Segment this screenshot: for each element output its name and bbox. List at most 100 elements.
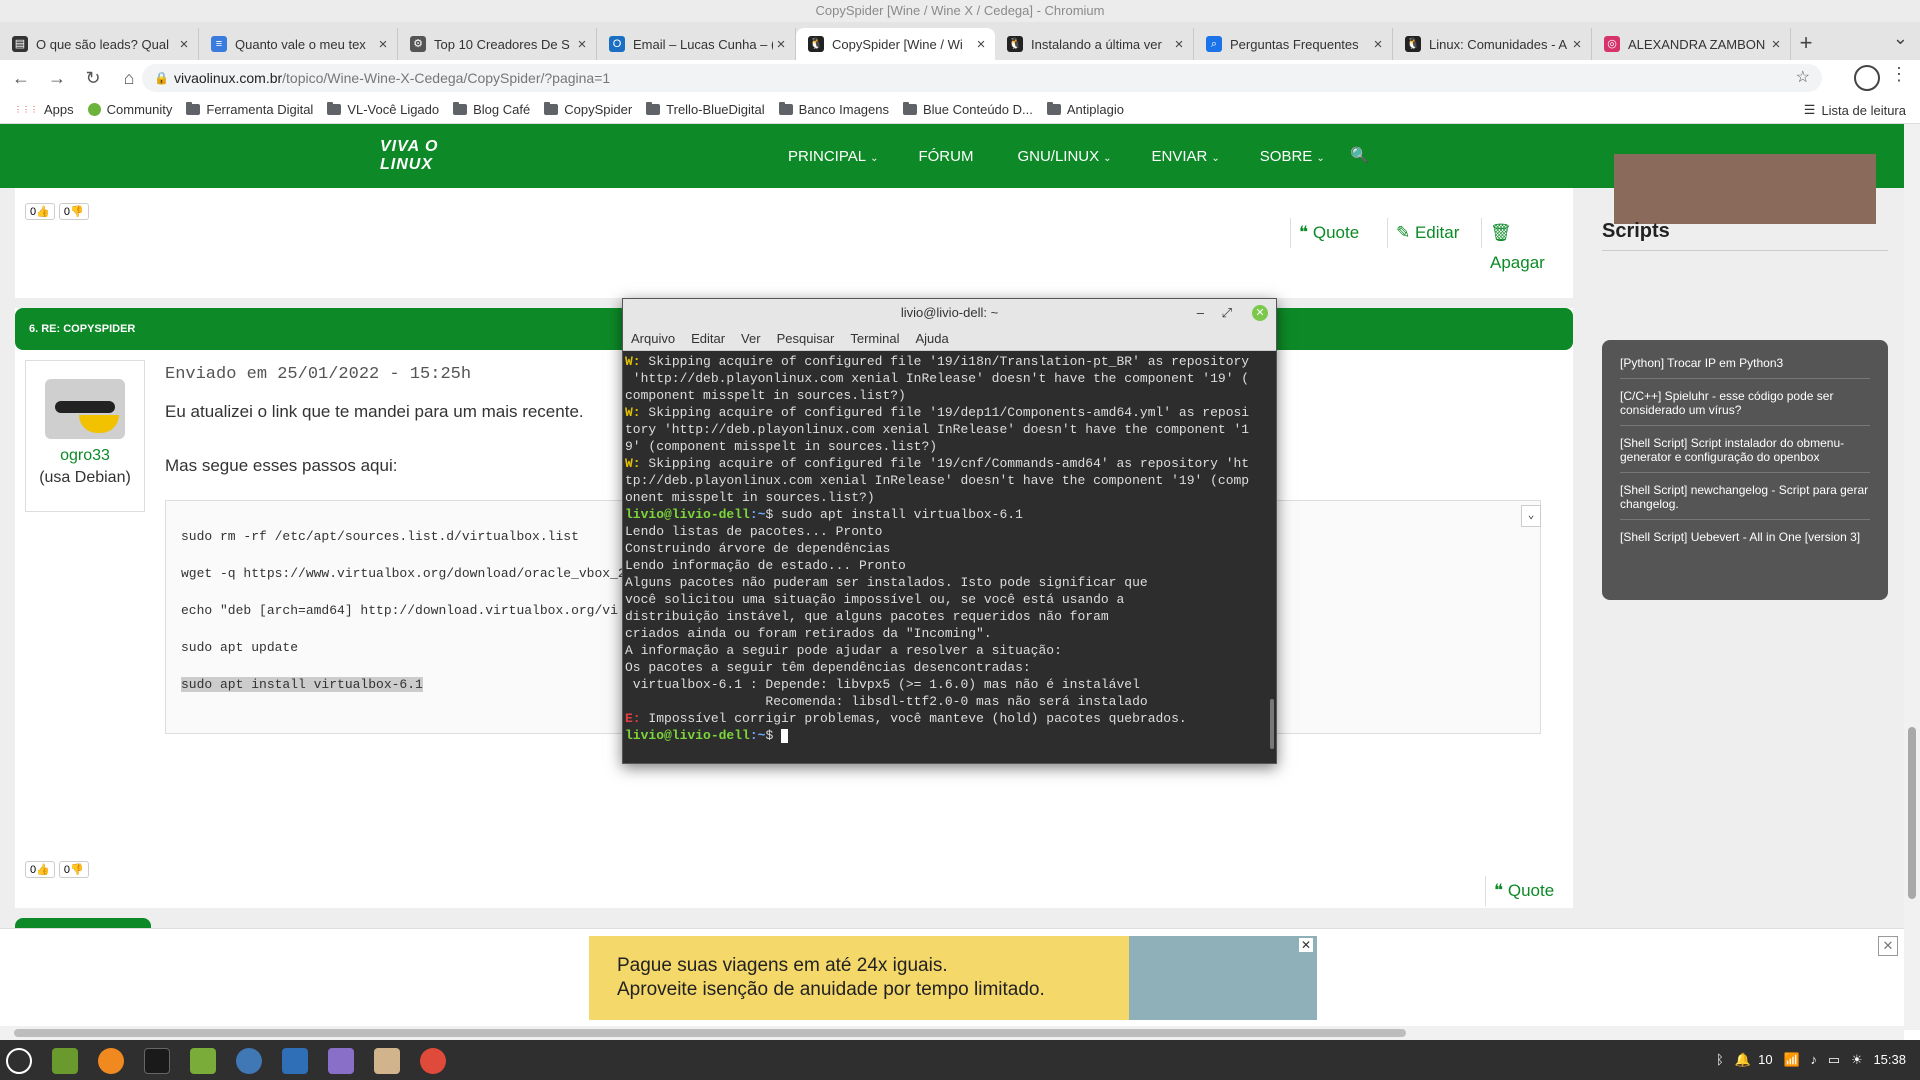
tab-2[interactable]: ⚙ Top 10 Creadores De S ×: [398, 28, 597, 60]
bookmark-item[interactable]: Community: [87, 102, 172, 117]
close-tab-icon[interactable]: ×: [574, 36, 590, 53]
more-menu-icon[interactable]: ⋮: [1890, 64, 1908, 85]
site-menu-item[interactable]: PRINCIPAL ⌄: [788, 148, 878, 165]
downvote-button[interactable]: 0👎: [58, 203, 89, 220]
chromium-icon[interactable]: [236, 1048, 262, 1074]
files-icon[interactable]: [190, 1048, 216, 1074]
brightness-icon[interactable]: ☀: [1851, 1052, 1863, 1067]
delete-button[interactable]: 🗑 Apagar: [1481, 218, 1573, 272]
bookmark-item[interactable]: Trello-BlueDigital: [646, 102, 765, 117]
tab-0[interactable]: ▤ O que são leads? Qual ×: [0, 28, 199, 60]
close-tab-icon[interactable]: ×: [375, 36, 391, 53]
bookmark-item[interactable]: ⋮⋮⋮ Apps: [14, 102, 74, 117]
mint-menu-icon[interactable]: [6, 1048, 32, 1074]
downvote-button[interactable]: 0👎: [58, 861, 89, 878]
script-link[interactable]: [Shell Script] Script instalador do obme…: [1620, 426, 1870, 473]
tab-4[interactable]: 🐧 CopySpider [Wine / Wi ×: [796, 28, 995, 60]
script-link[interactable]: [Python] Trocar IP em Python3: [1620, 346, 1870, 379]
bookmark-label: Antiplagio: [1066, 102, 1124, 117]
site-menu-item[interactable]: GNU/LINUX ⌄: [1017, 148, 1111, 165]
site-menu-item[interactable]: SOBRE ⌄: [1260, 148, 1325, 165]
site-menu-item[interactable]: FÓRUM: [918, 148, 977, 165]
instagram-icon: ◎: [1604, 36, 1620, 52]
terminal-menu-item[interactable]: Ajuda: [916, 331, 949, 346]
reload-icon[interactable]: ↻: [78, 68, 108, 89]
bookmark-item[interactable]: Antiplagio: [1046, 102, 1124, 117]
archive-icon[interactable]: [374, 1048, 400, 1074]
address-path: /topico/Wine-Wine-X-Cedega/CopySpider/?p…: [282, 70, 611, 86]
tab-1[interactable]: ≡ Quanto vale o meu tex ×: [199, 28, 398, 60]
tab-6[interactable]: ⌕ Perguntas Frequentes ×: [1194, 28, 1393, 60]
terminal-menu-item[interactable]: Terminal: [850, 331, 899, 346]
ad-close-icon[interactable]: ✕: [1298, 938, 1313, 952]
close-tab-icon[interactable]: ×: [773, 36, 789, 53]
bookmark-item[interactable]: CopySpider: [544, 102, 632, 117]
tab-3[interactable]: O Email – Lucas Cunha – (×: [597, 28, 796, 60]
new-tab-button[interactable]: +: [1791, 28, 1821, 60]
text-editor-icon[interactable]: [282, 1048, 308, 1074]
home-icon[interactable]: ⌂: [114, 68, 144, 89]
terminal-line: livio@livio-dell:~$ sudo apt install vir…: [625, 507, 1023, 522]
tab-5[interactable]: 🐧 Instalando a última ver ×: [995, 28, 1194, 60]
site-logo[interactable]: VIVA O LINUX: [380, 138, 470, 174]
close-tab-icon[interactable]: ×: [973, 36, 989, 53]
wifi-icon[interactable]: 📶: [1783, 1052, 1799, 1067]
script-link[interactable]: [C/C++] Spieluhr - esse código pode ser …: [1620, 379, 1870, 426]
bookmark-item[interactable]: Blog Café: [453, 102, 530, 117]
bookmark-star-icon[interactable]: ☆: [1796, 64, 1810, 92]
script-link[interactable]: [Shell Script] Uebevert - All in One [ve…: [1620, 520, 1870, 552]
chrome-icon[interactable]: [420, 1048, 446, 1074]
sound-icon[interactable]: ♪: [1810, 1052, 1817, 1067]
expand-code-icon[interactable]: ⌄: [1521, 505, 1541, 527]
terminal-icon[interactable]: [144, 1048, 170, 1074]
quote-button[interactable]: ❝ Quote: [1290, 218, 1367, 248]
minimize-icon[interactable]: –: [1197, 299, 1204, 327]
reading-list[interactable]: ☰ Lista de leitura: [1804, 96, 1906, 124]
quote-button[interactable]: ❝ Quote: [1485, 876, 1562, 906]
edit-button[interactable]: ✎ Editar: [1387, 218, 1467, 248]
script-link[interactable]: [Shell Script] newchangelog - Script par…: [1620, 473, 1870, 520]
bluetooth-icon[interactable]: ᛒ: [1716, 1052, 1724, 1067]
show-desktop-icon[interactable]: [52, 1048, 78, 1074]
tab-7[interactable]: 🐧 Linux: Comunidades - A ×: [1393, 28, 1592, 60]
close-icon[interactable]: ✕: [1252, 305, 1268, 321]
terminal-scrollbar[interactable]: [1270, 699, 1274, 749]
battery-icon[interactable]: ▭: [1828, 1052, 1840, 1067]
username-link[interactable]: ogro33: [26, 447, 144, 465]
terminal-window[interactable]: livio@livio-dell: ~ – ⤢ ✕ Arquivo Editar V…: [622, 298, 1277, 764]
horizontal-scrollbar[interactable]: [0, 1026, 1904, 1040]
upvote-button[interactable]: 0👍: [25, 861, 55, 878]
close-tab-icon[interactable]: ×: [1569, 36, 1585, 53]
ad-banner[interactable]: Pague suas viagens em até 24x iguais. Apr…: [589, 936, 1317, 1020]
upvote-button[interactable]: 0👍: [25, 203, 55, 220]
close-ad-icon[interactable]: ✕: [1878, 936, 1898, 956]
tab-8[interactable]: ◎ ALEXANDRA ZAMBON ×: [1592, 28, 1791, 60]
bookmark-item[interactable]: Blue Conteúdo D...: [903, 102, 1033, 117]
page-scrollbar[interactable]: [1904, 124, 1920, 1030]
firefox-icon[interactable]: [98, 1048, 124, 1074]
back-icon[interactable]: ←: [6, 68, 36, 89]
close-tab-icon[interactable]: ×: [1370, 36, 1386, 53]
close-tab-icon[interactable]: ×: [176, 36, 192, 53]
notification-icon[interactable]: 🔔: [1735, 1052, 1751, 1067]
bookmark-item[interactable]: VL-Você Ligado: [327, 102, 439, 117]
terminal-menu-item[interactable]: Ver: [741, 331, 761, 346]
profile-icon[interactable]: [1854, 65, 1880, 91]
terminal-menu-item[interactable]: Pesquisar: [777, 331, 835, 346]
close-tab-icon[interactable]: ×: [1768, 36, 1784, 53]
terminal-menu-item[interactable]: Arquivo: [631, 331, 675, 346]
close-tab-icon[interactable]: ×: [1171, 36, 1187, 53]
bookmark-item[interactable]: Banco Imagens: [778, 102, 889, 117]
clock[interactable]: 15:38: [1873, 1052, 1906, 1067]
window-menu-icon[interactable]: ⌄: [1893, 28, 1908, 49]
maximize-icon[interactable]: ⤢: [1222, 299, 1232, 327]
site-search-icon[interactable]: 🔍: [1350, 146, 1369, 164]
lock-icon: 🔒: [154, 71, 169, 85]
bookmark-item[interactable]: Ferramenta Digital: [186, 102, 313, 117]
site-menu-item[interactable]: ENVIAR ⌄: [1152, 148, 1220, 165]
address-bar[interactable]: 🔒 vivaolinux.com.br/topico/Wine-Wine-X-C…: [142, 64, 1822, 92]
forward-icon[interactable]: →: [42, 68, 72, 89]
volume-count: 10: [1758, 1052, 1773, 1067]
notes-icon[interactable]: [328, 1048, 354, 1074]
terminal-menu-item[interactable]: Editar: [691, 331, 725, 346]
